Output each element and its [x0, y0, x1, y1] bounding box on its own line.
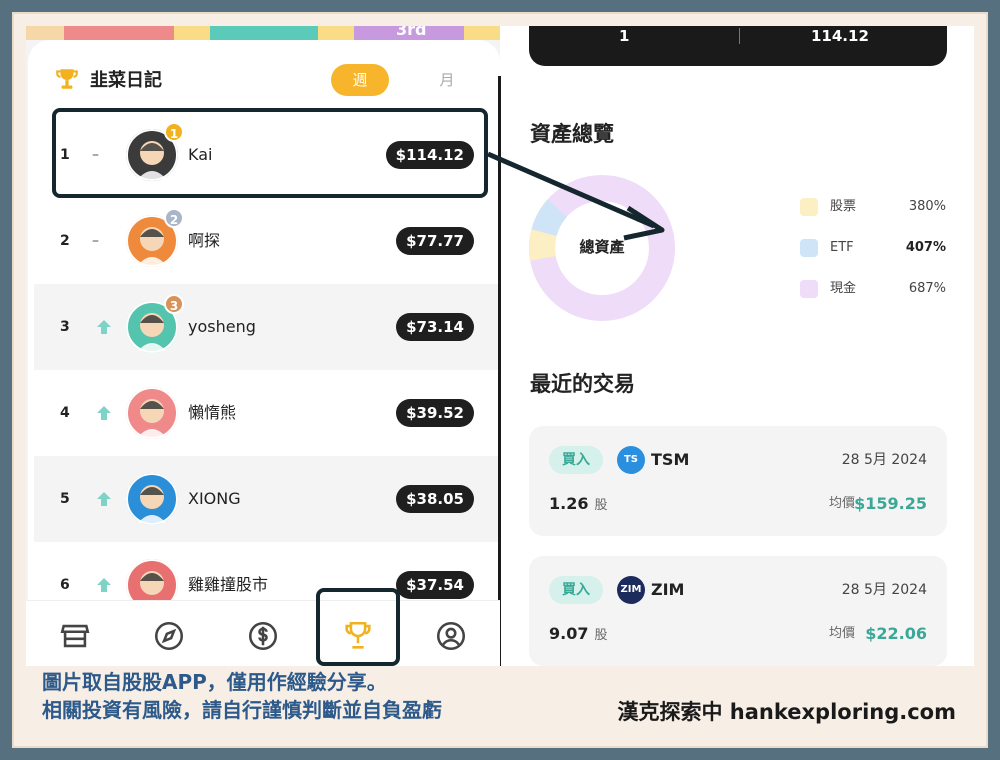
rank-number: 3 — [60, 319, 70, 335]
medal-badge: 1 — [164, 122, 184, 142]
tab-month[interactable]: 月 — [432, 64, 462, 96]
rank-up-icon — [97, 406, 111, 420]
transaction-card[interactable]: 買入 TS TSM 28 5月 2024 1.26 股 均價 $159.25 — [529, 426, 947, 536]
rank-number: 2 — [60, 233, 70, 249]
rank-up-icon — [97, 578, 111, 592]
rank-row[interactable]: 1– 1 Kai $114.12 — [34, 112, 498, 198]
rank-amount-badge: $77.77 — [396, 227, 474, 255]
store-icon[interactable] — [58, 619, 92, 653]
panel-divider — [498, 76, 501, 666]
average-price-label: 均價 — [828, 496, 855, 511]
disclaimer-line-2: 相關投資有風險，請自行謹慎判斷並自負盈虧 — [42, 698, 442, 722]
rank-username: 懶惰熊 — [188, 403, 237, 422]
legend-label: ETF — [830, 240, 854, 255]
rank-row[interactable]: 5 XIONG $38.05 — [34, 456, 498, 542]
rank-username: Kai — [188, 145, 213, 164]
avatar[interactable] — [126, 387, 178, 439]
rank-amount-badge: $38.05 — [396, 485, 474, 513]
rank-amount-badge: $114.12 — [385, 141, 474, 169]
stock-symbol: TSM — [651, 450, 690, 469]
stock-logo-icon: ZIM — [617, 576, 645, 604]
legend-item: ETF 407% — [800, 237, 950, 278]
quantity-value: 1.26 — [549, 494, 589, 513]
rank-username: yosheng — [188, 317, 256, 336]
transaction-quantity: 9.07 股 — [549, 622, 608, 648]
quantity-unit: 股 — [594, 498, 608, 513]
legend-swatch — [800, 280, 818, 298]
transaction-type-badge: 買入 — [549, 576, 603, 604]
rank-change: – — [92, 147, 99, 163]
average-price-label: 均價 — [828, 626, 855, 641]
profile-icon[interactable] — [434, 619, 468, 653]
rank-row[interactable]: 4 懶惰熊 $39.52 — [34, 370, 498, 456]
medal-badge: 3 — [164, 294, 184, 314]
rank-change: – — [92, 233, 99, 249]
brand-caption: 漢克探索中 hankexploring.com — [617, 700, 956, 724]
rank-up-icon — [97, 492, 111, 506]
tab-week[interactable]: 週 — [331, 64, 389, 96]
transaction-type-badge: 買入 — [549, 446, 603, 474]
legend-item: 股票 380% — [800, 196, 950, 237]
rank-username: XIONG — [188, 489, 241, 508]
leaderboard-title: 韭菜日記 — [90, 70, 162, 91]
transaction-date: 28 5月 2024 — [841, 582, 927, 598]
compass-icon[interactable] — [152, 619, 186, 653]
rank-row[interactable]: 3 3 yosheng $73.14 — [34, 284, 498, 370]
legend-swatch — [800, 198, 818, 216]
avatar[interactable] — [126, 473, 178, 525]
average-price-value: $22.06 — [865, 624, 927, 643]
rank-amount-badge: $73.14 — [396, 313, 474, 341]
rank-up-icon — [97, 320, 111, 334]
podium-color-strip — [26, 26, 500, 40]
disclaimer-line-1: 圖片取自股股APP，僅用作經驗分享。 — [42, 670, 387, 694]
rank-number: 1 — [60, 147, 70, 163]
summary-rank: 1 — [619, 27, 630, 45]
trophy-icon — [56, 69, 78, 89]
legend-percent: 407% — [905, 240, 946, 255]
summary-bar: 1 114.12 — [529, 26, 947, 66]
assets-title: 資產總覽 — [530, 122, 614, 146]
rank-amount-badge: $37.54 — [396, 571, 474, 599]
medal-badge: 2 — [164, 208, 184, 228]
leaderboard-panel: 3rd 韭菜日記 週 月 1– 1 Kai $114.12 2– 2 啊探 $7… — [26, 26, 500, 666]
transaction-quantity: 1.26 股 — [549, 492, 608, 518]
transaction-date: 28 5月 2024 — [841, 452, 927, 468]
legend-percent: 380% — [908, 199, 946, 214]
average-price-value: $159.25 — [854, 494, 927, 513]
dollar-icon[interactable] — [246, 619, 280, 653]
disclaimer-note: 圖片取自股股APP，僅用作經驗分享。 相關投資有風險，請自行謹慎判斷並自負盈虧 — [42, 668, 442, 724]
bottom-tabbar — [26, 600, 500, 670]
legend-percent: 687% — [908, 281, 946, 296]
rank-row[interactable]: 2– 2 啊探 $77.77 — [34, 198, 498, 284]
legend-label: 現金 — [830, 281, 857, 296]
podium-label: 3rd — [396, 26, 427, 39]
quantity-unit: 股 — [594, 628, 608, 643]
transactions-title: 最近的交易 — [530, 372, 635, 396]
rank-list: 1– 1 Kai $114.12 2– 2 啊探 $77.77 3 3 yosheng $73.… — [34, 112, 498, 628]
screenshot-canvas: 3rd 韭菜日記 週 月 1– 1 Kai $114.12 2– 2 啊探 $7… — [26, 26, 974, 734]
legend-label: 股票 — [830, 199, 857, 214]
caption-footer: 圖片取自股股APP，僅用作經驗分享。 相關投資有風險，請自行謹慎判斷並自負盈虧 … — [26, 666, 974, 734]
highlight-frame-trophy-tab — [316, 588, 400, 666]
legend-swatch — [800, 239, 818, 257]
rank-number: 4 — [60, 405, 70, 421]
rank-username: 啊探 — [188, 231, 221, 250]
summary-value: 114.12 — [811, 27, 869, 45]
legend-item: 現金 687% — [800, 278, 950, 319]
stock-logo-icon: TS — [617, 446, 645, 474]
quantity-value: 9.07 — [549, 624, 589, 643]
asset-legend: 股票 380% ETF 407% 現金 687% — [800, 196, 950, 319]
transaction-card[interactable]: 買入 ZIM ZIM 28 5月 2024 9.07 股 均價 $22.06 — [529, 556, 947, 666]
stock-symbol: ZIM — [651, 580, 685, 599]
rank-amount-badge: $39.52 — [396, 399, 474, 427]
donut-center-label: 總資產 — [579, 238, 625, 256]
rank-number: 5 — [60, 491, 70, 507]
summary-separator — [739, 28, 740, 44]
leaderboard-header: 韭菜日記 週 月 — [28, 40, 500, 112]
